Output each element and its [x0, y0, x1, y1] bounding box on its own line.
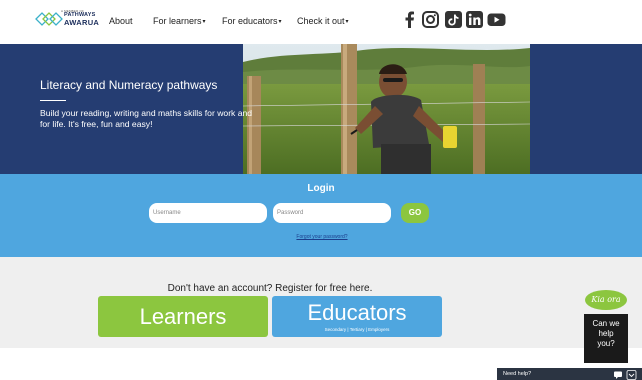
nav-about-label: About	[109, 16, 133, 26]
chat-prompt-line: help	[598, 329, 614, 338]
nav-for-learners-label: For learners	[153, 16, 202, 26]
site-header: A MEMBER OF PATHWAYS AWARUA About For le…	[0, 0, 642, 44]
linkedin-icon[interactable]	[466, 11, 483, 28]
go-button[interactable]: GO	[401, 203, 429, 223]
hero-title: Literacy and Numeracy pathways	[40, 78, 218, 92]
login-title: Login	[307, 183, 335, 194]
nav-for-educators[interactable]: For educators▾	[222, 16, 282, 26]
learners-button[interactable]: Learners	[98, 296, 268, 337]
hero-subtitle: Build your reading, writing and maths sk…	[40, 108, 253, 129]
instagram-icon[interactable]	[422, 11, 439, 28]
minimize-icon[interactable]	[626, 370, 637, 380]
username-input[interactable]: Username	[149, 203, 267, 223]
nav-check-it-out-label: Check it out	[297, 16, 345, 26]
username-placeholder: Username	[153, 210, 181, 216]
need-help-controls	[612, 368, 640, 380]
educators-sublabel: Secondary | Tertiary | Employers	[324, 327, 390, 332]
facebook-icon[interactable]	[404, 11, 415, 28]
chat-bubble-icon[interactable]	[614, 371, 622, 380]
nav-about[interactable]: About	[109, 16, 133, 26]
tiktok-icon[interactable]	[445, 11, 462, 28]
nav-for-educators-label: For educators	[222, 16, 278, 26]
chat-prompt[interactable]: Can we help you?	[584, 314, 628, 363]
chat-prompt-line: Can we	[592, 319, 620, 328]
kia-ora-badge[interactable]: Kia ora	[585, 290, 627, 310]
logo-diamonds-icon	[35, 12, 63, 26]
password-placeholder: Password	[277, 210, 304, 216]
forgot-password-link[interactable]: Forgot your password?	[0, 234, 642, 240]
password-input[interactable]: Password	[273, 203, 391, 223]
page: A MEMBER OF PATHWAYS AWARUA About For le…	[0, 0, 642, 380]
login-section: Login Username Password GO Forgot your p…	[0, 174, 642, 257]
chevron-down-icon: ▾	[345, 19, 349, 25]
youtube-icon[interactable]	[487, 11, 506, 28]
chat-prompt-line: you?	[597, 339, 615, 348]
hero-divider	[40, 100, 66, 101]
register-prompt: Don't have an account? Register for free…	[167, 283, 373, 294]
educators-button[interactable]: Educators Secondary | Tertiary | Employe…	[272, 296, 442, 337]
educators-label: Educators	[307, 300, 407, 325]
chevron-down-icon: ▾	[278, 19, 282, 25]
hero-photo	[243, 44, 530, 174]
carousel-dots	[238, 166, 248, 174]
need-help-label: Need help?	[503, 371, 532, 377]
nav-check-it-out[interactable]: Check it out▾	[297, 16, 349, 26]
pathways-awarua-logo[interactable]: A MEMBER OF PATHWAYS AWARUA	[34, 9, 100, 31]
nav-for-learners[interactable]: For learners▾	[153, 16, 206, 26]
logo-text-awarua: AWARUA	[64, 18, 100, 27]
chevron-down-icon: ▾	[202, 19, 206, 25]
hero-banner: Literacy and Numeracy pathways Build you…	[0, 44, 642, 174]
